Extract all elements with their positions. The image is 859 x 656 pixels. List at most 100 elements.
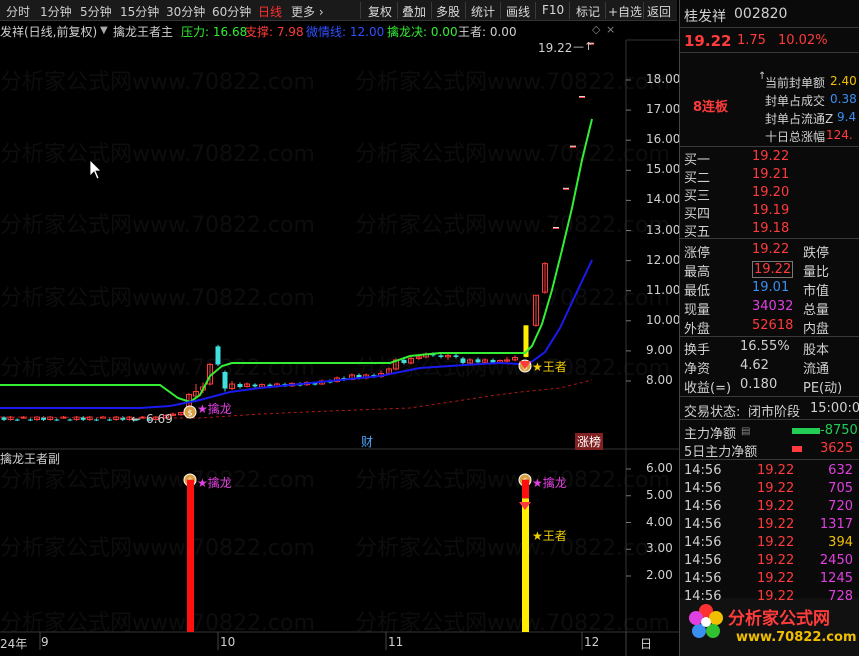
tick-price: 19.22 xyxy=(757,553,795,568)
candlestick[interactable] xyxy=(178,411,184,416)
bid-label: 买三 xyxy=(684,189,711,204)
y-tick-label: 17.00 xyxy=(646,102,681,117)
candlestick[interactable] xyxy=(54,418,60,422)
candlestick[interactable] xyxy=(542,262,548,294)
stat2-value: 16.55% xyxy=(740,339,790,354)
king-signal-label: ★王者 xyxy=(532,360,567,374)
bid-price: 19.20 xyxy=(752,185,790,200)
y-tick-label: 14.00 xyxy=(646,192,681,207)
candlestick[interactable] xyxy=(408,356,414,365)
x-label-oct: 10 xyxy=(220,635,236,649)
tick-price: 19.22 xyxy=(757,535,795,550)
candlestick[interactable] xyxy=(107,418,113,422)
arrow-left-icon: ← xyxy=(131,412,142,426)
pressure-line xyxy=(0,118,593,404)
stat2-value: 4.62 xyxy=(740,358,769,373)
y-tick-label: 8.00 xyxy=(646,373,673,387)
kline-chart[interactable]: $$$$ xyxy=(0,0,679,656)
candlestick[interactable] xyxy=(475,357,481,364)
tick-price: 19.22 xyxy=(757,463,795,478)
candlestick[interactable] xyxy=(504,356,510,363)
stat2-label: 收益(=) xyxy=(684,381,732,396)
stock-code: 002820 xyxy=(734,6,788,22)
candlestick[interactable] xyxy=(93,418,99,422)
y-tick-label: 10.00 xyxy=(646,312,681,327)
candlestick[interactable] xyxy=(445,353,451,360)
bid-label: 买五 xyxy=(684,225,711,240)
limit-streak-badge: 8连板 xyxy=(693,100,729,115)
tick-price: 19.22 xyxy=(757,499,795,514)
tick-time: 14:56 xyxy=(684,571,722,586)
y-tick-label: 11.00 xyxy=(646,282,681,297)
candlestick[interactable] xyxy=(14,418,20,422)
stat-label-2: 市值 xyxy=(803,284,830,299)
y-tick-label: 16.00 xyxy=(646,132,681,147)
candlestick[interactable] xyxy=(86,415,93,421)
event-cai-badge[interactable]: 财 xyxy=(361,433,373,450)
candlestick[interactable] xyxy=(34,415,40,421)
candlestick[interactable] xyxy=(229,381,235,391)
arrow-right-icon: —↑ xyxy=(573,40,594,53)
candlestick[interactable] xyxy=(215,344,221,366)
candlestick[interactable] xyxy=(120,416,126,422)
candlestick[interactable] xyxy=(73,415,80,421)
candlestick[interactable] xyxy=(553,226,559,229)
sub-dragon-label: ★擒龙 xyxy=(197,476,232,490)
stat-label: 涨停 xyxy=(684,246,711,261)
stat-value: 19.01 xyxy=(752,280,790,295)
stat-label-2: 内盘 xyxy=(803,322,830,337)
sub-king-label: ★王者 xyxy=(532,529,567,543)
candlestick[interactable] xyxy=(438,353,444,359)
bid-label: 买四 xyxy=(684,207,711,222)
table-icon[interactable]: ▤ xyxy=(741,426,750,437)
candlestick[interactable] xyxy=(453,353,459,359)
money-bag-icon: $ xyxy=(183,405,197,419)
bid-label: 买一 xyxy=(684,153,711,168)
signal-bar-dragon-2 xyxy=(522,479,529,499)
seal-label-3: 十日总涨幅 xyxy=(765,130,826,144)
candlestick[interactable] xyxy=(563,187,569,190)
candlestick[interactable] xyxy=(252,383,258,388)
candlestick[interactable] xyxy=(27,418,33,422)
mouse-cursor-icon xyxy=(89,159,102,180)
stat-label-2: 跌停 xyxy=(803,246,830,261)
candlestick[interactable] xyxy=(467,358,473,365)
trade-time: 15:00:0 xyxy=(810,401,859,416)
candlestick[interactable] xyxy=(67,418,73,422)
diamond-icon xyxy=(519,502,531,510)
main-net5-bar xyxy=(792,446,802,452)
candlestick[interactable] xyxy=(113,415,120,421)
trade-status: 闭市阶段 xyxy=(748,405,801,420)
stat-value: 52618 xyxy=(752,318,794,333)
tick-price: 19.22 xyxy=(757,589,795,604)
candlestick[interactable] xyxy=(80,416,86,422)
stat2-label: 净资 xyxy=(684,362,711,377)
tick-price: 19.22 xyxy=(757,517,795,532)
bid-price: 19.18 xyxy=(752,221,790,236)
y-tick-label: 18.00 xyxy=(646,72,681,86)
candlestick[interactable] xyxy=(533,294,539,327)
candlestick[interactable] xyxy=(570,145,576,148)
event-zhangbang-badge[interactable]: 涨榜 xyxy=(575,433,604,450)
candlestick[interactable] xyxy=(47,415,54,421)
seal-label-0: 当前封单额 xyxy=(765,76,826,90)
y-tick-label: 13.00 xyxy=(646,222,681,237)
tick-time: 14:56 xyxy=(684,589,722,604)
candlestick[interactable] xyxy=(512,355,518,362)
candlestick[interactable] xyxy=(222,370,228,392)
stat2-label: 换手 xyxy=(684,343,711,358)
sub-y-tick-label: 4.00 xyxy=(646,514,673,529)
main-net-bar xyxy=(792,428,820,434)
svg-text:$: $ xyxy=(187,409,192,418)
bid-price: 19.21 xyxy=(752,167,790,182)
x-label-nov: 11 xyxy=(388,635,404,649)
x-label-day[interactable]: 日 xyxy=(640,635,652,652)
bid-price: 19.22 xyxy=(752,149,790,164)
candlestick[interactable] xyxy=(237,382,243,389)
signal-bar-dragon xyxy=(187,479,194,632)
candlestick[interactable] xyxy=(460,356,466,365)
tick-volume: 705 xyxy=(828,481,853,496)
candlestick[interactable] xyxy=(244,382,250,388)
bid-price: 19.19 xyxy=(752,203,790,218)
candlestick[interactable] xyxy=(579,96,585,99)
